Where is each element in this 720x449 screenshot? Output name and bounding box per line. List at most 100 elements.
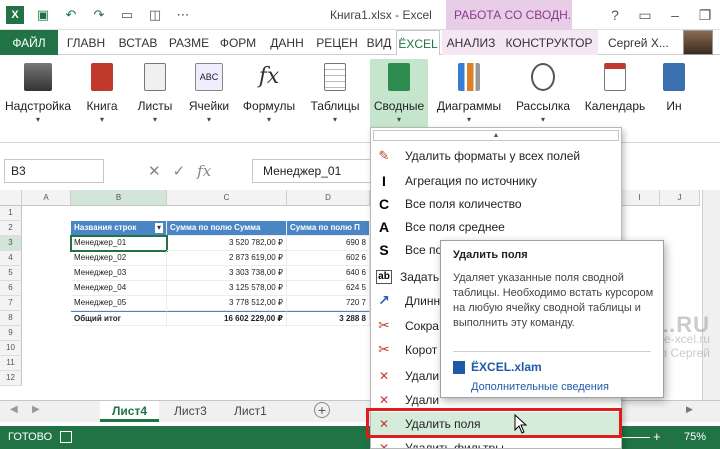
macro-record-icon[interactable] xyxy=(60,431,72,443)
minimize-icon[interactable]: – xyxy=(660,0,690,30)
column-header-j[interactable]: J xyxy=(660,190,700,206)
row-header[interactable]: 5 xyxy=(0,266,22,281)
ribbon-button-sheets[interactable]: Листы ▾ xyxy=(130,59,180,131)
ribbon-button-tables[interactable]: Таблицы ▾ xyxy=(304,59,366,131)
ribbon-button-cells[interactable]: ABC Ячейки ▾ xyxy=(182,59,236,131)
help-icon[interactable]: ? xyxy=(600,0,630,30)
ribbon-button-charts[interactable]: Диаграммы ▾ xyxy=(432,59,506,131)
row-header[interactable]: 6 xyxy=(0,281,22,296)
pivot-value[interactable]: 624 5 xyxy=(287,281,370,296)
user-name[interactable]: Сергей Х... xyxy=(608,36,669,50)
row-header[interactable]: 7 xyxy=(0,296,22,311)
pivot-value[interactable]: 2 873 619,00 ₽ xyxy=(167,251,287,266)
pivot-value[interactable]: 3 125 578,00 ₽ xyxy=(167,281,287,296)
pivot-row-label[interactable]: Менеджер_04 xyxy=(71,281,167,296)
ribbon-button-info[interactable]: Ин xyxy=(654,59,694,131)
pivot-grand-total-label[interactable]: Общий итог xyxy=(71,311,167,326)
tab-excel[interactable]: ЁXCEL xyxy=(396,30,440,55)
ribbon-button-label: Сводные xyxy=(373,99,425,113)
ribbon-button-formulas[interactable]: fx Формулы ▾ xyxy=(238,59,300,131)
pivot-grand-total-value[interactable]: 16 602 229,00 ₽ xyxy=(167,311,287,326)
tab-analyze[interactable]: АНАЛИЗ xyxy=(442,30,500,55)
ribbon-button-calendar[interactable]: Календарь xyxy=(580,59,650,131)
tooltip-more-info-link[interactable]: Дополнительные сведения xyxy=(471,381,609,393)
pivot-value[interactable]: 3 303 738,00 ₽ xyxy=(167,266,287,281)
undo-icon[interactable]: ↶ xyxy=(62,6,80,24)
pivot-value[interactable]: 602 6 xyxy=(287,251,370,266)
pivot-col-header[interactable]: Сумма по полю Сумма xyxy=(167,221,287,236)
ribbon-button-addin[interactable]: Надстройка ▾ xyxy=(4,59,72,131)
filter-dropdown-icon[interactable]: ▾ xyxy=(154,223,163,233)
tab-page-layout[interactable]: РАЗМЕ xyxy=(164,30,214,55)
row-header[interactable]: 9 xyxy=(0,326,22,341)
sheet-tab-active[interactable]: Лист4 xyxy=(100,401,160,422)
pivot-row-labels-header[interactable]: Названия строк ▾ xyxy=(71,221,167,236)
pivot-grand-total-value[interactable]: 3 288 8 xyxy=(287,311,370,326)
pivot-row-label[interactable]: Менеджер_05 xyxy=(71,296,167,311)
avatar[interactable] xyxy=(683,30,713,55)
tab-insert[interactable]: ВСТАВ xyxy=(112,30,164,55)
tab-home[interactable]: ГЛАВН xyxy=(60,30,112,55)
new-file-icon[interactable]: ▭ xyxy=(118,6,136,24)
tab-design[interactable]: КОНСТРУКТОР xyxy=(500,30,598,55)
pivot-row-label[interactable]: Менеджер_03 xyxy=(71,266,167,281)
pivot-value[interactable]: 640 6 xyxy=(287,266,370,281)
pivot-row-label[interactable]: Менеджер_01 xyxy=(70,235,168,252)
sheet-tab[interactable]: Лист1 xyxy=(222,401,279,422)
formula-input[interactable]: Менеджер_01 xyxy=(252,159,372,183)
zoom-in-icon[interactable]: + xyxy=(653,429,661,444)
pivot-value[interactable]: 3 778 512,00 ₽ xyxy=(167,296,287,311)
column-header-a[interactable]: A xyxy=(22,190,71,206)
name-box[interactable]: B3 xyxy=(4,159,104,183)
ribbon-button-workbook[interactable]: Книга ▾ xyxy=(76,59,128,131)
add-sheet-icon[interactable]: + xyxy=(314,402,330,418)
pivot-row-label[interactable]: Менеджер_02 xyxy=(71,251,167,266)
pivot-value[interactable]: 720 7 xyxy=(287,296,370,311)
pivot-value[interactable]: 690 8 xyxy=(287,236,370,251)
row-header[interactable]: 8 xyxy=(0,311,22,326)
sheet-tab[interactable]: Лист3 xyxy=(162,401,219,422)
menu-scroll-up-icon[interactable]: ▲ xyxy=(373,130,619,141)
row-header[interactable]: 11 xyxy=(0,356,22,371)
insert-function-icon[interactable]: fx xyxy=(197,162,211,180)
enter-icon[interactable]: ✓ xyxy=(173,162,186,180)
column-header-i[interactable]: I xyxy=(620,190,660,206)
tab-data[interactable]: ДАНН xyxy=(262,30,312,55)
row-header[interactable]: 1 xyxy=(0,206,22,221)
tab-formulas[interactable]: ФОРМ xyxy=(214,30,262,55)
menu-item-aggregate-source[interactable]: I Агрегация по источнику xyxy=(371,169,621,192)
scroll-sheets-right-icon[interactable]: ▶ xyxy=(32,404,40,415)
qat-more-icon[interactable]: ⋯ xyxy=(174,6,192,24)
column-header-c[interactable]: C xyxy=(167,190,287,206)
ribbon-display-icon[interactable]: ▭ xyxy=(630,0,660,30)
scissors-icon: ✂ xyxy=(378,317,390,333)
vertical-scrollbar[interactable] xyxy=(702,190,720,400)
row-header[interactable]: 4 xyxy=(0,251,22,266)
tab-review[interactable]: РЕЦЕН xyxy=(312,30,362,55)
column-header-b[interactable]: B xyxy=(71,190,167,206)
pivot-col-header[interactable]: Сумма по полю П xyxy=(287,221,370,236)
pivot-value[interactable]: 3 520 782,00 ₽ xyxy=(167,236,287,251)
menu-item-all-average[interactable]: A Все поля среднее xyxy=(371,215,621,238)
row-header[interactable]: 12 xyxy=(0,371,22,386)
hscroll-right-icon[interactable]: ▶ xyxy=(686,404,693,415)
redo-icon[interactable]: ↷ xyxy=(90,6,108,24)
camera-icon[interactable]: ◫ xyxy=(146,6,164,24)
ribbon-button-mailing[interactable]: Рассылка ▾ xyxy=(510,59,576,131)
save-icon[interactable]: ▣ xyxy=(34,6,52,24)
row-header[interactable]: 3 xyxy=(0,236,22,251)
row-header[interactable]: 10 xyxy=(0,341,22,356)
ribbon-button-pivot[interactable]: Сводные ▾ xyxy=(370,59,428,131)
menu-item-all-count[interactable]: C Все поля количество xyxy=(371,192,621,215)
abl-icon: ab xyxy=(376,269,392,284)
row-header[interactable]: 2 xyxy=(0,221,22,236)
tab-view[interactable]: ВИД xyxy=(362,30,396,55)
restore-icon[interactable]: ❐ xyxy=(690,0,720,30)
zoom-level[interactable]: 75% xyxy=(684,431,706,443)
menu-item-remove-formats[interactable]: ✎ Удалить форматы у всех полей xyxy=(371,144,621,167)
tab-file[interactable]: ФАЙЛ xyxy=(0,30,58,55)
column-header-d[interactable]: D xyxy=(287,190,370,206)
select-all-corner[interactable] xyxy=(0,190,22,206)
cancel-icon[interactable]: ✕ xyxy=(148,162,161,180)
scroll-sheets-left-icon[interactable]: ◀ xyxy=(10,404,18,415)
